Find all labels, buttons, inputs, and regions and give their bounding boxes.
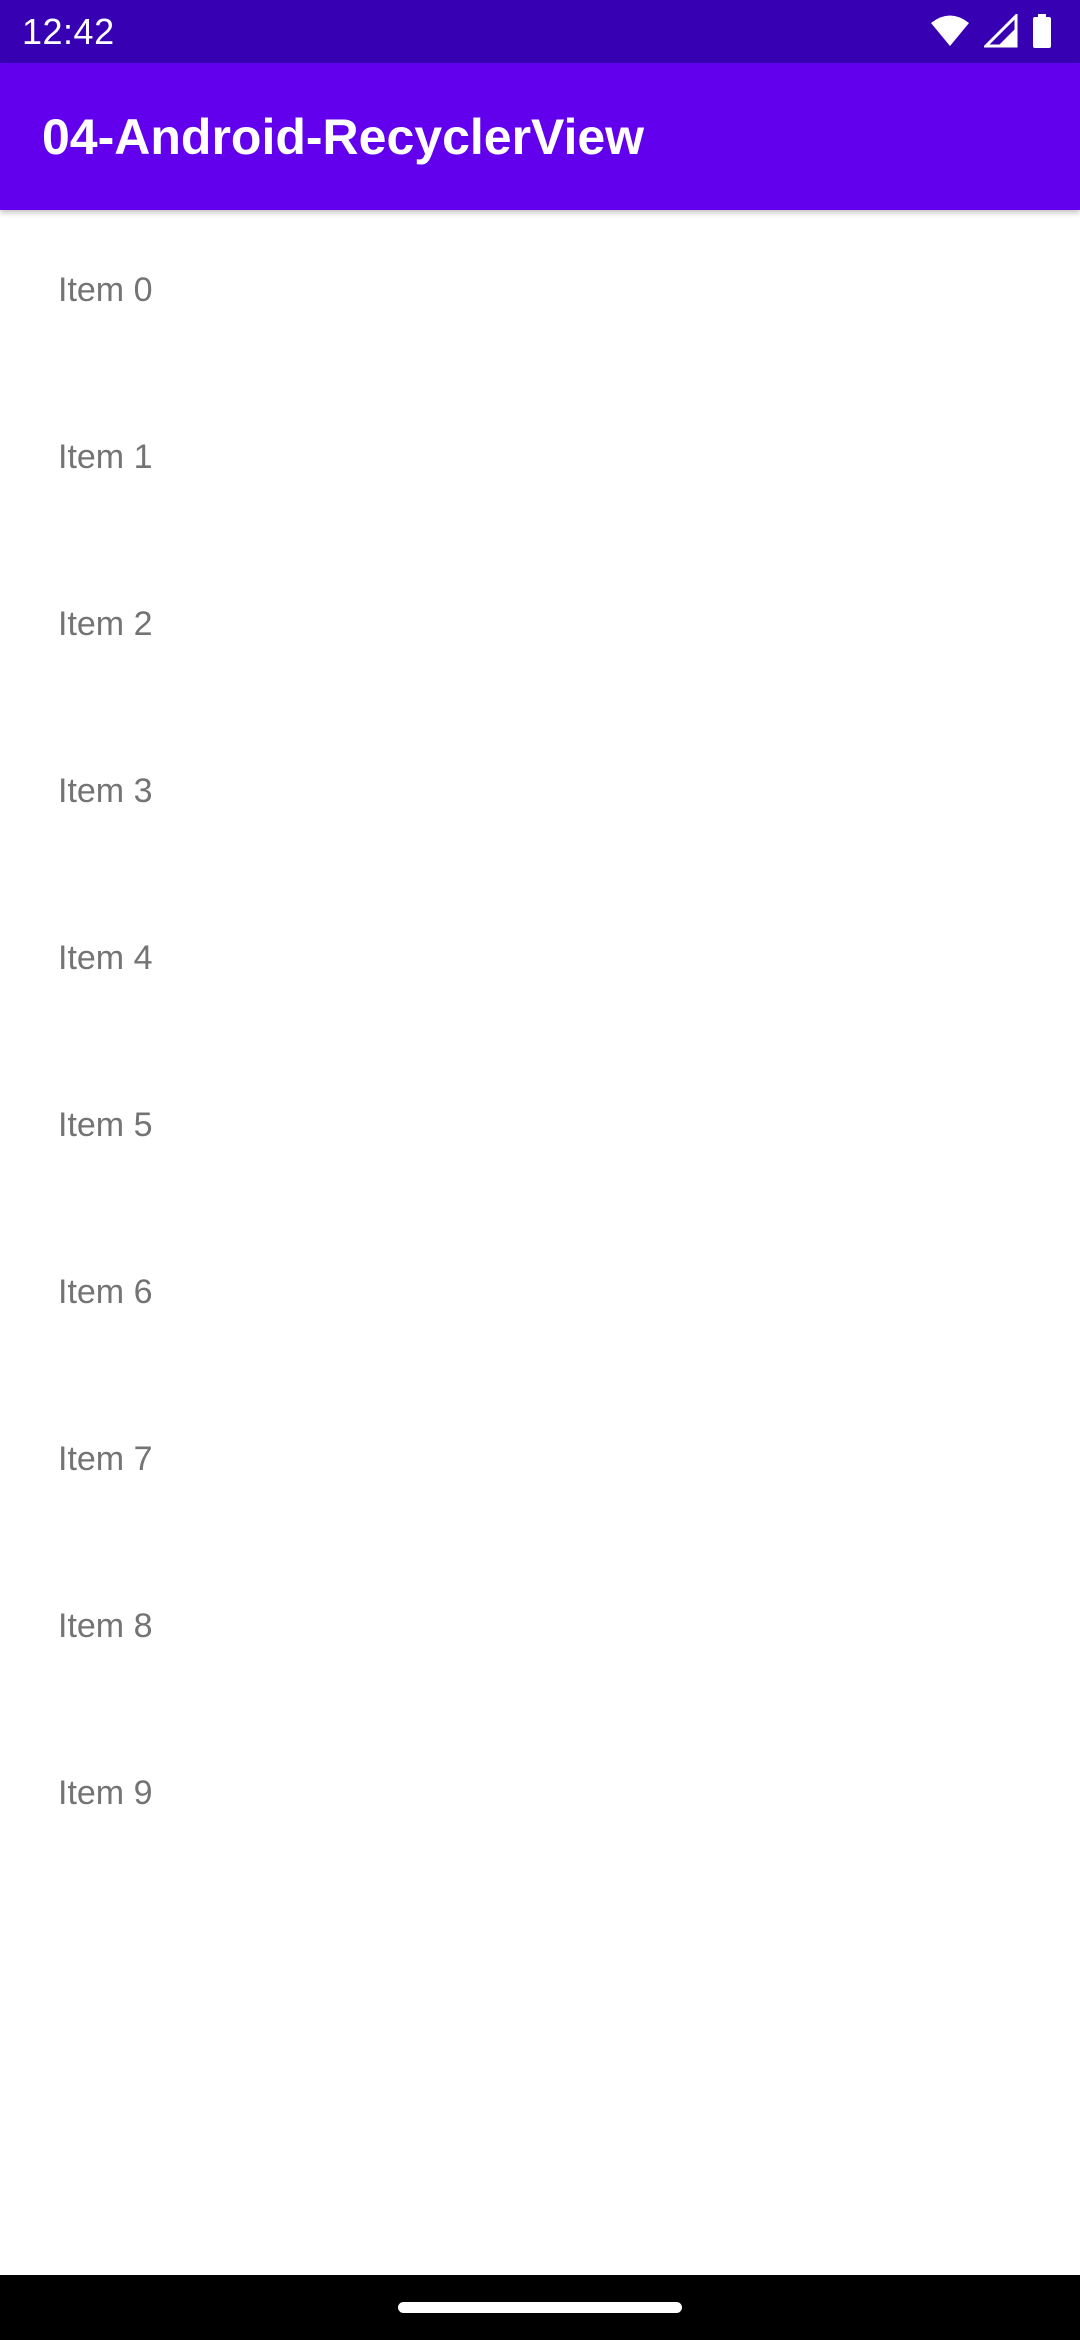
status-icons	[930, 12, 1052, 48]
list-item[interactable]: Item 5	[0, 1045, 1080, 1212]
list-item-label: Item 4	[58, 939, 153, 977]
list-item[interactable]: Item 0	[0, 210, 1080, 377]
navigation-bar	[0, 2275, 1080, 2340]
list-item-label: Item 9	[58, 1774, 153, 1812]
list-item-label: Item 0	[58, 271, 153, 309]
list-item-label: Item 6	[58, 1273, 153, 1311]
app-bar: 04-Android-RecyclerView	[0, 63, 1080, 210]
recycler-list[interactable]: Item 0 Item 1 Item 2 Item 3 Item 4 Item …	[0, 210, 1080, 2275]
list-item[interactable]: Item 1	[0, 377, 1080, 544]
list-item-label: Item 2	[58, 605, 153, 643]
list-item[interactable]: Item 8	[0, 1546, 1080, 1713]
app-title: 04-Android-RecyclerView	[42, 109, 645, 165]
list-item-label: Item 7	[58, 1440, 153, 1478]
list-item-label: Item 8	[58, 1607, 153, 1645]
cellular-signal-icon	[982, 12, 1018, 48]
status-bar: 12:42	[0, 0, 1080, 63]
list-item[interactable]: Item 3	[0, 711, 1080, 878]
wifi-icon	[930, 14, 970, 48]
list-item[interactable]: Item 6	[0, 1212, 1080, 1379]
list-item[interactable]: Item 2	[0, 544, 1080, 711]
list-item[interactable]: Item 4	[0, 878, 1080, 1045]
status-time: 12:42	[22, 11, 115, 52]
list-item-label: Item 3	[58, 772, 153, 810]
list-item-label: Item 1	[58, 438, 153, 476]
list-item[interactable]: Item 7	[0, 1379, 1080, 1546]
battery-icon	[1032, 14, 1052, 48]
home-gesture-handle[interactable]	[398, 2302, 682, 2313]
list-item-label: Item 5	[58, 1106, 153, 1144]
list-item[interactable]: Item 9	[0, 1713, 1080, 1880]
